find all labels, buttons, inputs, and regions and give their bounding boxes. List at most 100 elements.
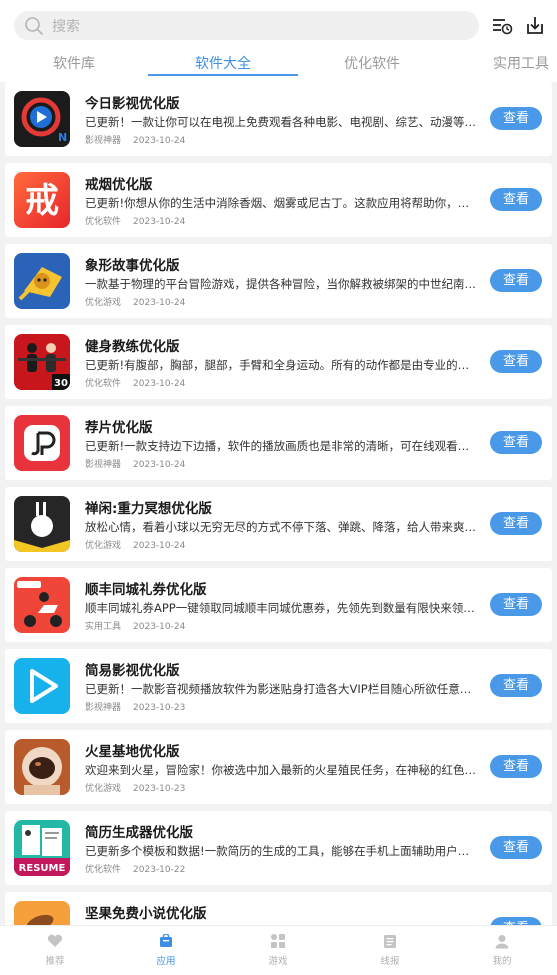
view-button[interactable]: 查看	[490, 107, 542, 130]
app-date: 2023-10-24	[133, 379, 186, 389]
list-item[interactable]: 象形故事优化版 一款基于物理的平台冒险游戏，提供各种冒险，当你解救被绑架的中世纪…	[5, 244, 552, 318]
view-button[interactable]: 查看	[490, 269, 542, 292]
view-button[interactable]: 查看	[490, 512, 542, 535]
app-title: 荐片优化版	[85, 420, 153, 436]
app-category: 影视神器	[85, 136, 122, 146]
app-category: 优化软件	[85, 379, 122, 389]
view-button[interactable]: 查看	[490, 593, 542, 616]
app-icon-today-video: N	[14, 91, 70, 147]
nav-label: 应用	[156, 956, 176, 967]
nav-recommend[interactable]: 推荐	[15, 932, 95, 967]
nav-apps[interactable]: 应用	[126, 932, 206, 967]
list-item[interactable]: 30 健身教练优化版 已更新!有腹部，胸部，腿部，手臂和全身运动。所有的动作都是…	[5, 325, 552, 399]
app-title: 象形故事优化版	[85, 258, 180, 274]
app-icon-resume-builder: RESUME	[14, 820, 70, 876]
search-icon	[24, 16, 44, 36]
app-category: 影视神器	[85, 460, 122, 470]
nav-label: 线报	[380, 956, 400, 967]
app-category: 优化游戏	[85, 298, 122, 308]
app-meta: 影视神器 2023-10-23	[85, 700, 185, 713]
nav-label: 游戏	[268, 956, 288, 967]
app-date: 2023-10-22	[133, 865, 186, 875]
app-description: 欢迎来到火星，冒险家！你被选中加入最新的火星殖民任务，在神秘的红色星球上建立基地	[85, 763, 479, 777]
tab-optimized-software[interactable]: 优化软件	[298, 52, 446, 76]
search-placeholder: 搜索	[52, 18, 80, 35]
list-item[interactable]: 顺丰同城礼券优化版 顺丰同城礼券APP一键领取同城顺丰同城优惠券，先领先到数量有…	[5, 568, 552, 642]
app-category: 优化游戏	[85, 541, 122, 551]
app-date: 2023-10-24	[133, 622, 186, 632]
app-bag-icon	[156, 932, 176, 950]
app-date: 2023-10-23	[133, 784, 186, 794]
heart-icon	[45, 932, 65, 950]
list-item[interactable]: 坚果免费小说优化版 查看	[5, 892, 552, 925]
resume-icon-text: RESUME	[19, 863, 66, 874]
app-description: 已更新!一款支持边下边播，软件的播放画质也是非常的清晰，可在线观看丰富的影视资源	[85, 439, 479, 453]
app-title: 禅闲:重力冥想优化版	[85, 501, 212, 517]
list-item[interactable]: RESUME 简历生成器优化版 已更新多个模板和数据!一款简历的生成的工具，能够…	[5, 811, 552, 885]
app-description: 放松心情，看着小球以无穷无尽的方式不停下落、弹跳、降落，给人带来爽快的感觉	[85, 520, 479, 534]
tab-software-collection[interactable]: 软件大全	[148, 52, 298, 76]
fitness-badge-text: 30	[54, 378, 68, 389]
user-icon	[492, 932, 512, 950]
app-icon-quit-smoking: 戒	[14, 172, 70, 228]
list-item[interactable]: 火星基地优化版 欢迎来到火星，冒险家！你被选中加入最新的火星殖民任务，在神秘的红…	[5, 730, 552, 804]
app-icon-zen-gravity	[14, 496, 70, 552]
list-item[interactable]: 禅闲:重力冥想优化版 放松心情，看着小球以无穷无尽的方式不停下落、弹跳、降落，给…	[5, 487, 552, 561]
view-button[interactable]: 查看	[490, 674, 542, 697]
tab-software-library[interactable]: 软件库	[0, 52, 148, 76]
app-meta: 优化软件 2023-10-24	[85, 214, 185, 227]
app-date: 2023-10-24	[133, 460, 186, 470]
nav-label: 推荐	[45, 956, 65, 967]
app-icon-mars-base	[14, 739, 70, 795]
view-button[interactable]: 查看	[490, 836, 542, 859]
view-button[interactable]: 查看	[490, 431, 542, 454]
app-date: 2023-10-24	[133, 217, 186, 227]
app-title: 戒烟优化版	[85, 177, 153, 193]
app-title: 简易影视优化版	[85, 663, 180, 679]
app-date: 2023-10-24	[133, 136, 186, 146]
list-item[interactable]: N 今日影视优化版 已更新！一款让你可以在电视上免费观看各种电影、电视剧、综艺、…	[5, 82, 552, 156]
app-description: 一款基于物理的平台冒险游戏，提供各种冒险，当你解救被绑架的中世纪南瓜王子时	[85, 277, 479, 291]
smoking-icon-glyph: 戒	[25, 181, 59, 221]
app-meta: 影视神器 2023-10-24	[85, 457, 185, 470]
app-title: 火星基地优化版	[85, 744, 180, 760]
app-title: 简历生成器优化版	[85, 825, 193, 841]
search-box[interactable]: 搜索	[14, 11, 479, 40]
app-icon-simple-video	[14, 658, 70, 714]
app-meta: 优化软件 2023-10-22	[85, 862, 185, 875]
app-date: 2023-10-24	[133, 541, 186, 551]
nav-profile[interactable]: 我的	[462, 932, 542, 967]
app-list[interactable]: N 今日影视优化版 已更新！一款让你可以在电视上免费观看各种电影、电视剧、综艺、…	[0, 82, 557, 925]
app-meta: 影视神器 2023-10-24	[85, 133, 185, 146]
app-description: 顺丰同城礼券APP一键领取同城顺丰同城优惠券，先领先到数量有限快来领取吧	[85, 601, 479, 615]
news-icon	[380, 932, 400, 950]
app-category: 实用工具	[85, 622, 122, 632]
bottom-navigation: 推荐 应用 游戏 线报 我的	[0, 925, 557, 975]
app-icon-sf-coupon	[14, 577, 70, 633]
view-button[interactable]: 查看	[490, 350, 542, 373]
nav-news[interactable]: 线报	[350, 932, 430, 967]
list-item[interactable]: 戒 戒烟优化版 已更新!你想从你的生活中消除香烟、烟雾或尼古丁。这款应用将帮助你…	[5, 163, 552, 237]
app-description: 已更新!你想从你的生活中消除香烟、烟雾或尼古丁。这款应用将帮助你，记录你的戒烟进…	[85, 196, 479, 210]
history-list-icon[interactable]	[490, 14, 514, 38]
grid-icon	[268, 932, 288, 950]
view-button[interactable]: 查看	[490, 188, 542, 211]
view-button[interactable]: 查看	[490, 755, 542, 778]
tab-utility-tools[interactable]: 实用工具	[446, 52, 557, 76]
app-meta: 优化游戏 2023-10-24	[85, 295, 185, 308]
app-title: 健身教练优化版	[85, 339, 180, 355]
top-bar: 搜索 软件库 软件大全 优化软件 实用工具	[0, 0, 557, 82]
app-category: 优化游戏	[85, 784, 122, 794]
app-title: 坚果免费小说优化版	[85, 906, 207, 922]
app-title: 今日影视优化版	[85, 96, 180, 112]
download-icon[interactable]	[523, 14, 547, 38]
app-date: 2023-10-23	[133, 703, 186, 713]
view-button[interactable]: 查看	[490, 917, 542, 925]
list-item[interactable]: 荐片优化版 已更新!一款支持边下边播，软件的播放画质也是非常的清晰，可在线观看丰…	[5, 406, 552, 480]
app-category: 优化软件	[85, 217, 122, 227]
app-icon-fitness-coach: 30	[14, 334, 70, 390]
app-icon-pictogram-story	[14, 253, 70, 309]
nav-games[interactable]: 游戏	[238, 932, 318, 967]
list-item[interactable]: 简易影视优化版 已更新！一款影音视频播放软件为影迷贴身打造各大VIP栏目随心所欲…	[5, 649, 552, 723]
app-category: 优化软件	[85, 865, 122, 875]
